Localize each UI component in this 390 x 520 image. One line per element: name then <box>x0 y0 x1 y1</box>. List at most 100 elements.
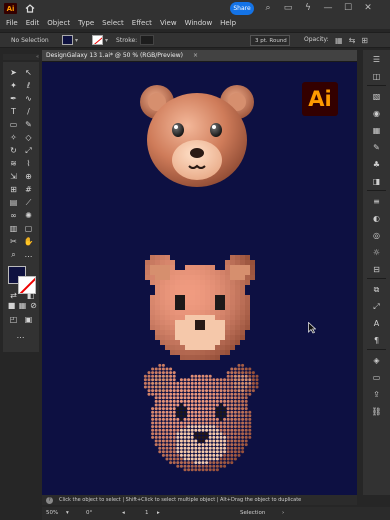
artboard-tool-icon[interactable]: ▢ <box>23 223 34 234</box>
menu-item-view[interactable]: View <box>160 19 177 27</box>
scale-tool-icon[interactable]: ⤢ <box>23 145 34 156</box>
graph-tool-icon[interactable]: ▥ <box>8 223 19 234</box>
zoom-tool-icon[interactable]: ⌕ <box>8 249 19 260</box>
home-icon[interactable] <box>23 2 37 16</box>
perspective-tool-icon[interactable]: ⊞ <box>8 184 19 195</box>
lasso-tool-icon[interactable]: ℓ <box>23 80 34 91</box>
chevron-down-icon[interactable]: ▾ <box>75 37 78 44</box>
pathfinder-icon[interactable]: ⧉ <box>371 284 382 295</box>
properties-icon[interactable]: ☰ <box>371 54 382 65</box>
stroke-icon[interactable]: ≡ <box>371 196 382 207</box>
stroke-profile-select[interactable]: 3 pt. Round <box>250 35 290 46</box>
libraries-icon[interactable]: ◫ <box>371 71 382 82</box>
none-mode-icon[interactable]: ⊘ <box>28 300 39 311</box>
artboards-icon[interactable]: ▭ <box>371 372 382 383</box>
smooth-3d-bear[interactable] <box>137 80 257 192</box>
char-icon[interactable]: A <box>371 318 382 329</box>
gradient-tool-icon[interactable]: ▤ <box>8 197 19 208</box>
fill-swatch[interactable] <box>62 35 73 45</box>
artboard-next-icon[interactable]: ▸ <box>157 510 160 516</box>
lightning-icon[interactable]: ϟ <box>302 2 314 14</box>
artboard-canvas[interactable]: Ai <box>42 62 357 495</box>
maximize-icon[interactable]: ☐ <box>342 2 354 14</box>
transform-icon[interactable]: ⇆ <box>349 36 356 45</box>
gradient-icon[interactable]: ◐ <box>371 213 382 224</box>
gradient-mode-icon[interactable]: ▦ <box>17 300 28 311</box>
menu-item-edit[interactable]: Edit <box>26 19 40 27</box>
graphic-styles-icon[interactable]: ◨ <box>371 176 382 187</box>
search-icon[interactable]: ⌕ <box>262 2 274 14</box>
layers-icon[interactable]: ◈ <box>371 355 382 366</box>
slice-tool-icon[interactable]: ✂ <box>8 236 19 247</box>
selection-tool-icon[interactable]: ➤ <box>8 67 19 78</box>
align-icon[interactable]: ⊞ <box>361 36 368 45</box>
rectangle-tool-icon[interactable]: ▭ <box>8 119 19 130</box>
hand2-tool-icon[interactable]: … <box>23 249 34 260</box>
eraser-tool-icon[interactable]: ◇ <box>23 132 34 143</box>
eyedropper-tool-icon[interactable]: ⟋ <box>23 197 34 208</box>
screen-mode-icon[interactable]: ▣ <box>23 314 34 325</box>
width-tool-icon[interactable]: ≋ <box>8 158 19 169</box>
arrange-documents-icon[interactable]: ▦ <box>335 36 343 45</box>
symbols-icon[interactable]: ♣ <box>371 159 382 170</box>
free-transform-tool-icon[interactable]: ⇲ <box>8 171 19 182</box>
appearance-icon[interactable]: ☼ <box>371 247 382 258</box>
share-button[interactable]: Share <box>230 2 254 15</box>
shaper-tool-icon[interactable]: ✧ <box>8 132 19 143</box>
stroke-swatch[interactable] <box>92 35 104 45</box>
color-mode-icon[interactable]: ■ <box>6 300 17 311</box>
draw-mode-icon[interactable]: ◰ <box>8 314 19 325</box>
chevron-right-icon[interactable]: › <box>282 510 284 516</box>
warp-tool-icon[interactable]: ⌇ <box>23 158 34 169</box>
menu-item-type[interactable]: Type <box>78 19 94 27</box>
menu-item-object[interactable]: Object <box>47 19 70 27</box>
artboard-number[interactable]: 1 <box>145 510 149 516</box>
direct-selection-tool-icon[interactable]: ↖ <box>23 67 34 78</box>
swatches-icon[interactable]: ▦ <box>371 125 382 136</box>
close-tab-icon[interactable]: × <box>193 52 198 59</box>
rotate-tool-icon[interactable]: ↻ <box>8 145 19 156</box>
type-tool-icon[interactable]: T <box>8 106 19 117</box>
arrange-icon[interactable]: ▭ <box>282 2 294 14</box>
symbol-sprayer-tool-icon[interactable]: ✺ <box>23 210 34 221</box>
hand-tool-icon[interactable]: ✋ <box>23 236 34 247</box>
help-icon[interactable]: ? <box>46 496 53 504</box>
menu-item-effect[interactable]: Effect <box>132 19 152 27</box>
paragraph-icon[interactable]: ¶ <box>371 335 382 346</box>
document-tab[interactable]: DesignGalaxy 13 1.ai* @ 50 % (RGB/Previe… <box>42 50 357 62</box>
opacity-label[interactable]: Opacity: <box>304 36 329 43</box>
blend-tool-icon[interactable]: ∞ <box>8 210 19 221</box>
chevron-down-icon[interactable]: ▾ <box>66 510 69 516</box>
transparency-icon[interactable]: ◎ <box>371 230 382 241</box>
transform-icon[interactable]: ⤢ <box>371 301 382 312</box>
minimize-icon[interactable]: — <box>322 2 334 14</box>
magic-wand-tool-icon[interactable]: ✦ <box>8 80 19 91</box>
edit-toolbar-icon[interactable]: ⋯ <box>15 332 26 343</box>
menu-item-help[interactable]: Help <box>220 19 236 27</box>
line-tool-icon[interactable]: / <box>23 106 34 117</box>
pixelated-bear[interactable] <box>140 250 260 364</box>
pen-tool-icon[interactable]: ✒ <box>8 93 19 104</box>
shape-builder-tool-icon[interactable]: ⊕ <box>23 171 34 182</box>
halftone-dot-bear[interactable] <box>140 360 262 476</box>
toolbar-collapse[interactable]: « <box>3 54 39 60</box>
stroke-weight-field[interactable] <box>140 35 155 45</box>
menu-item-select[interactable]: Select <box>102 19 124 27</box>
paintbrush-tool-icon[interactable]: ✎ <box>23 119 34 130</box>
close-icon[interactable]: ✕ <box>362 2 374 14</box>
brushes-icon[interactable]: ✎ <box>371 142 382 153</box>
curvature-tool-icon[interactable]: ∿ <box>23 93 34 104</box>
zoom-level[interactable]: 50% <box>46 510 58 516</box>
mesh-tool-icon[interactable]: # <box>23 184 34 195</box>
links-icon[interactable]: ⛓ <box>371 406 382 417</box>
status-mode[interactable]: Selection <box>240 510 265 516</box>
menu-item-window[interactable]: Window <box>185 19 213 27</box>
artboard-prev-icon[interactable]: ◂ <box>122 510 125 516</box>
color-icon[interactable]: ◉ <box>371 108 382 119</box>
rotation-value[interactable]: 0° <box>86 510 92 516</box>
assets-icon[interactable]: ▧ <box>371 91 382 102</box>
align-icon[interactable]: ⊟ <box>371 264 382 275</box>
menu-item-file[interactable]: File <box>6 19 18 27</box>
export-icon[interactable]: ⇪ <box>371 389 382 400</box>
chevron-down-icon[interactable]: ▾ <box>105 37 108 44</box>
